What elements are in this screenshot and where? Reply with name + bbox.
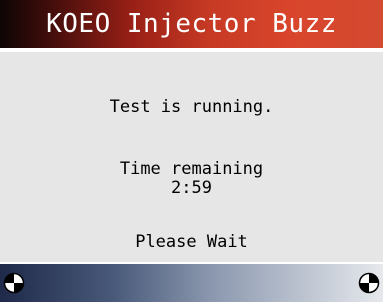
message-panel: Test is running. Time remaining 2:59 Ple… [0, 52, 383, 262]
please-wait-text: Please Wait [135, 232, 248, 252]
time-remaining-value: 2:59 [171, 178, 212, 198]
scan-tool-screen: KOEO Injector Buzz Test is running. Time… [0, 0, 383, 302]
left-scroll-icon[interactable] [3, 272, 25, 294]
footer-bar [0, 264, 383, 302]
test-status-text: Test is running. [109, 97, 274, 117]
right-scroll-icon[interactable] [358, 272, 380, 294]
page-title: KOEO Injector Buzz [0, 0, 383, 48]
time-remaining-label: Time remaining [119, 159, 264, 179]
